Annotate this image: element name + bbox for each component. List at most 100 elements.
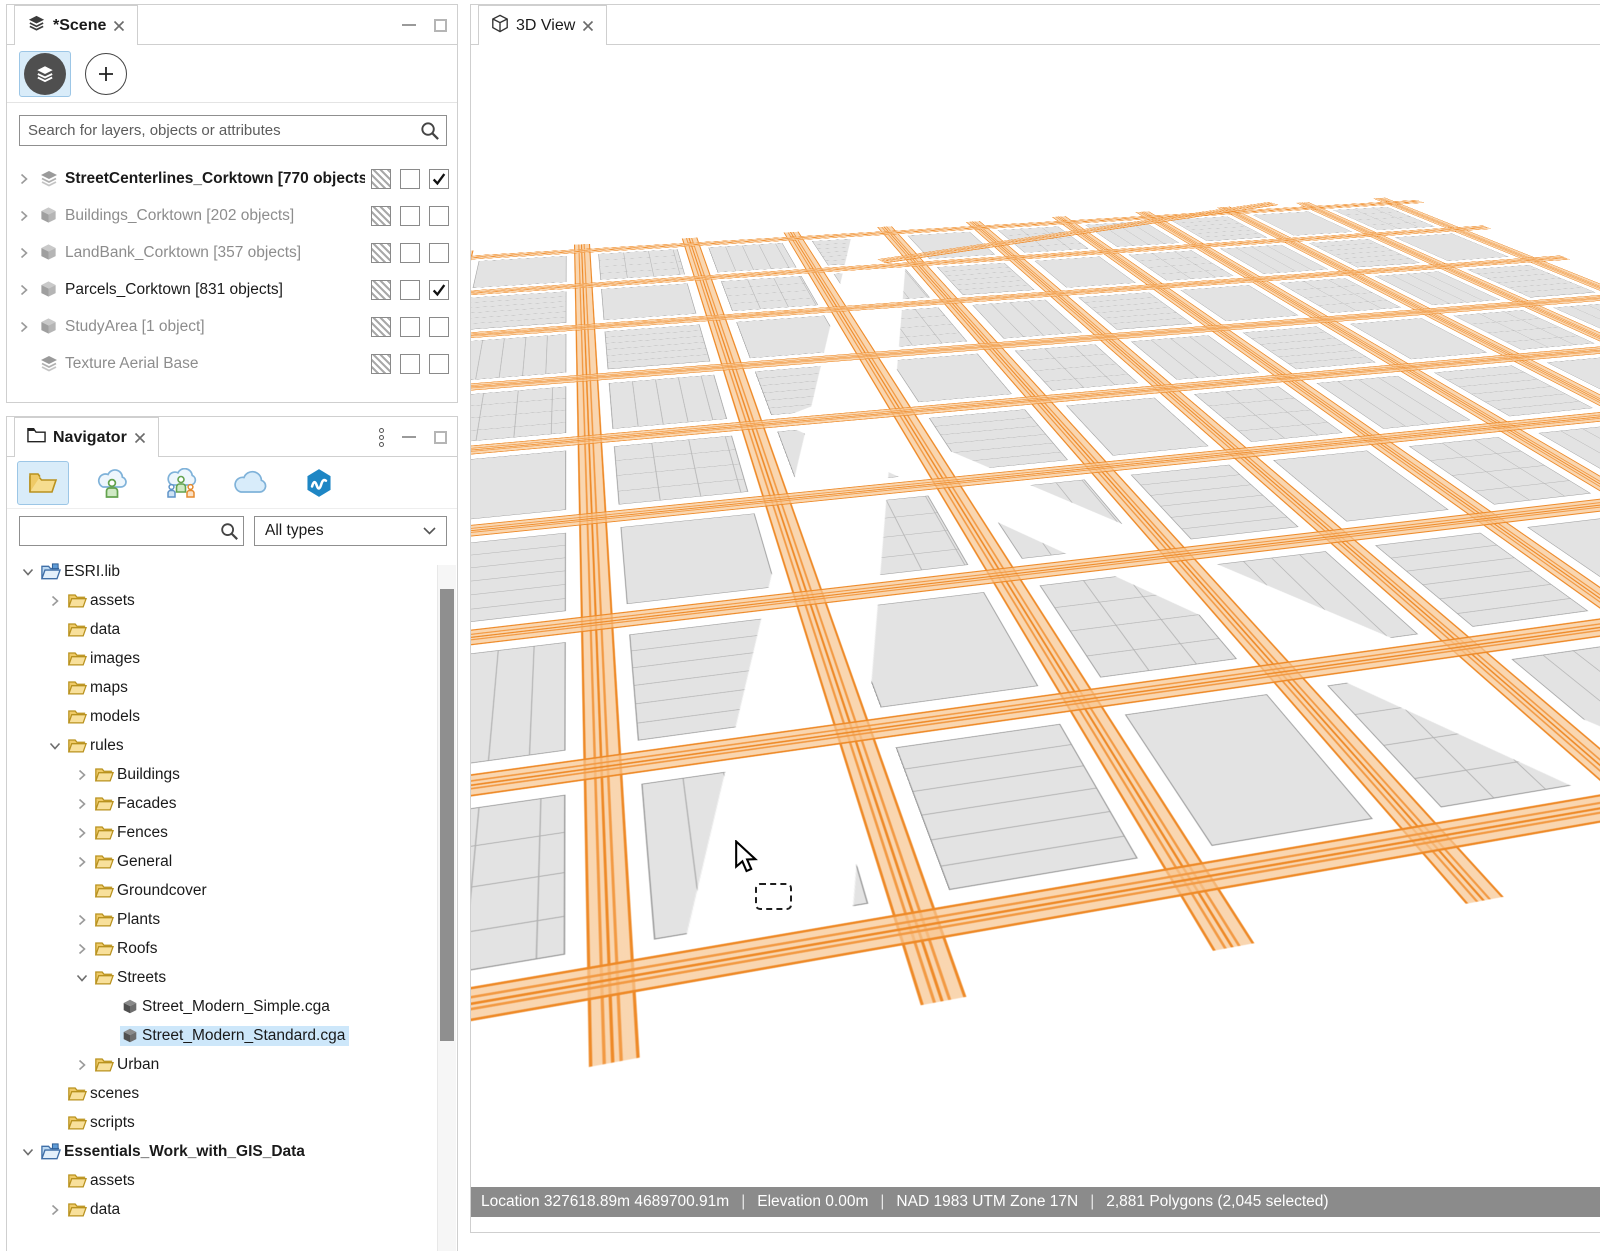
- expander-icon[interactable]: [71, 827, 93, 839]
- tree-item-assets[interactable]: assets: [7, 1166, 457, 1195]
- groups-button[interactable]: [155, 461, 207, 505]
- expander-icon[interactable]: [71, 856, 93, 868]
- parcel-block[interactable]: [473, 256, 567, 288]
- expander-icon[interactable]: [17, 567, 39, 577]
- tree-item-buildings[interactable]: Buildings: [7, 760, 457, 789]
- tree-item-scripts[interactable]: scripts: [7, 1108, 457, 1137]
- expander-icon[interactable]: [71, 769, 93, 781]
- tree-item-general[interactable]: General: [7, 847, 457, 876]
- tree-item-data[interactable]: data: [7, 615, 457, 644]
- expander-icon[interactable]: [71, 798, 93, 810]
- tree-item-groundcover[interactable]: Groundcover: [7, 876, 457, 905]
- expander-icon[interactable]: [71, 943, 93, 955]
- minimize-icon[interactable]: [402, 436, 416, 438]
- expander-icon[interactable]: [44, 741, 66, 751]
- tree-item-esri-lib[interactable]: ESRI.lib: [7, 557, 457, 586]
- layer-lock-checkbox[interactable]: [400, 243, 420, 263]
- type-filter-dropdown[interactable]: All types: [254, 516, 447, 546]
- parcel-block[interactable]: [471, 642, 566, 778]
- layer-visible-checkbox[interactable]: [429, 317, 449, 337]
- tree-item-rules[interactable]: rules: [7, 731, 457, 760]
- parcel-block[interactable]: [1395, 234, 1509, 261]
- expander-icon[interactable]: [71, 1059, 93, 1071]
- parcel-block[interactable]: [601, 283, 696, 320]
- tree-item-fences[interactable]: Fences: [7, 818, 457, 847]
- parcel-block[interactable]: [721, 276, 818, 311]
- tree-item-maps[interactable]: maps: [7, 673, 457, 702]
- scene-search-input[interactable]: [19, 115, 447, 146]
- expander-icon[interactable]: [19, 247, 39, 259]
- parcel-block[interactable]: [471, 334, 566, 381]
- tree-item-data[interactable]: data: [7, 1195, 457, 1224]
- tree-item-facades[interactable]: Facades: [7, 789, 457, 818]
- arcgis-online-button[interactable]: [293, 461, 345, 505]
- close-icon[interactable]: [582, 20, 594, 32]
- layer-lock-checkbox[interactable]: [400, 169, 420, 189]
- parcel-block[interactable]: [471, 533, 566, 631]
- tab-navigator[interactable]: Navigator: [14, 417, 159, 457]
- parcel-block[interactable]: [471, 451, 566, 525]
- layer-row[interactable]: LandBank_Corktown [357 objects]: [7, 234, 457, 271]
- layer-visible-checkbox[interactable]: [429, 243, 449, 263]
- parcel-block[interactable]: [1375, 271, 1500, 305]
- layer-color-swatch[interactable]: [371, 317, 391, 337]
- expander-icon[interactable]: [17, 1147, 39, 1157]
- expander-icon[interactable]: [44, 595, 66, 607]
- tree-item-plants[interactable]: Plants: [7, 905, 457, 934]
- layer-row[interactable]: Texture Aerial Base: [7, 345, 457, 382]
- scrollbar-thumb[interactable]: [440, 589, 454, 1041]
- parcel-block[interactable]: [708, 243, 796, 272]
- parcel-block[interactable]: [620, 513, 776, 604]
- layer-lock-checkbox[interactable]: [400, 317, 420, 337]
- expander-icon[interactable]: [71, 973, 93, 983]
- parcel-block[interactable]: [609, 375, 727, 429]
- expander-icon[interactable]: [19, 210, 39, 222]
- workspace-button[interactable]: [17, 461, 69, 505]
- layer-color-swatch[interactable]: [371, 206, 391, 226]
- tree-item-urban[interactable]: Urban: [7, 1050, 457, 1079]
- expander-icon[interactable]: [44, 1204, 66, 1216]
- tree-item-assets[interactable]: assets: [7, 586, 457, 615]
- scrollbar[interactable]: [437, 565, 456, 1251]
- expander-icon[interactable]: [19, 321, 39, 333]
- parcel-block[interactable]: [471, 387, 566, 445]
- parcel-block[interactable]: [605, 325, 711, 370]
- close-icon[interactable]: [113, 20, 125, 32]
- tree-item-essentials-work-with-gis-data[interactable]: Essentials_Work_with_GIS_Data: [7, 1137, 457, 1166]
- navigator-search-input[interactable]: [19, 516, 244, 546]
- maximize-icon[interactable]: [434, 19, 447, 32]
- parcel-block[interactable]: [471, 291, 566, 330]
- layer-row[interactable]: Parcels_Corktown [831 objects]: [7, 271, 457, 308]
- expander-icon[interactable]: [19, 173, 39, 185]
- layer-visible-checkbox[interactable]: [429, 354, 449, 374]
- tree-item-street-modern-simple-cga[interactable]: Street_Modern_Simple.cga: [7, 992, 457, 1021]
- parcel-block[interactable]: [471, 795, 565, 998]
- my-content-button[interactable]: [86, 461, 138, 505]
- tree-item-street-modern-standard-cga[interactable]: Street_Modern_Standard.cga: [7, 1021, 457, 1050]
- tree-item-scenes[interactable]: scenes: [7, 1079, 457, 1108]
- layer-color-swatch[interactable]: [371, 243, 391, 263]
- parcel-block[interactable]: [614, 436, 748, 505]
- layer-color-swatch[interactable]: [371, 280, 391, 300]
- maximize-icon[interactable]: [434, 431, 447, 444]
- expander-icon[interactable]: [71, 914, 93, 926]
- layer-lock-checkbox[interactable]: [400, 280, 420, 300]
- layer-visible-checkbox[interactable]: [429, 280, 449, 300]
- tree-item-models[interactable]: models: [7, 702, 457, 731]
- tab-scene[interactable]: *Scene: [14, 5, 138, 45]
- 3d-canvas[interactable]: Location 327618.89m 4689700.91m | Elevat…: [471, 45, 1600, 1232]
- add-layer-button[interactable]: [85, 53, 127, 95]
- layer-color-swatch[interactable]: [371, 354, 391, 374]
- layer-visible-checkbox[interactable]: [429, 169, 449, 189]
- close-icon[interactable]: [134, 432, 146, 444]
- view-menu-icon[interactable]: [379, 428, 384, 447]
- minimize-icon[interactable]: [402, 24, 416, 26]
- layer-lock-checkbox[interactable]: [400, 206, 420, 226]
- tab-3d-view[interactable]: 3D View: [478, 5, 607, 45]
- tree-item-streets[interactable]: Streets: [7, 963, 457, 992]
- public-content-button[interactable]: [224, 461, 276, 505]
- layer-view-button[interactable]: [19, 51, 71, 97]
- layer-row[interactable]: StreetCenterlines_Corktown [770 objects]: [7, 160, 457, 197]
- layer-row[interactable]: StudyArea [1 object]: [7, 308, 457, 345]
- layer-row[interactable]: Buildings_Corktown [202 objects]: [7, 197, 457, 234]
